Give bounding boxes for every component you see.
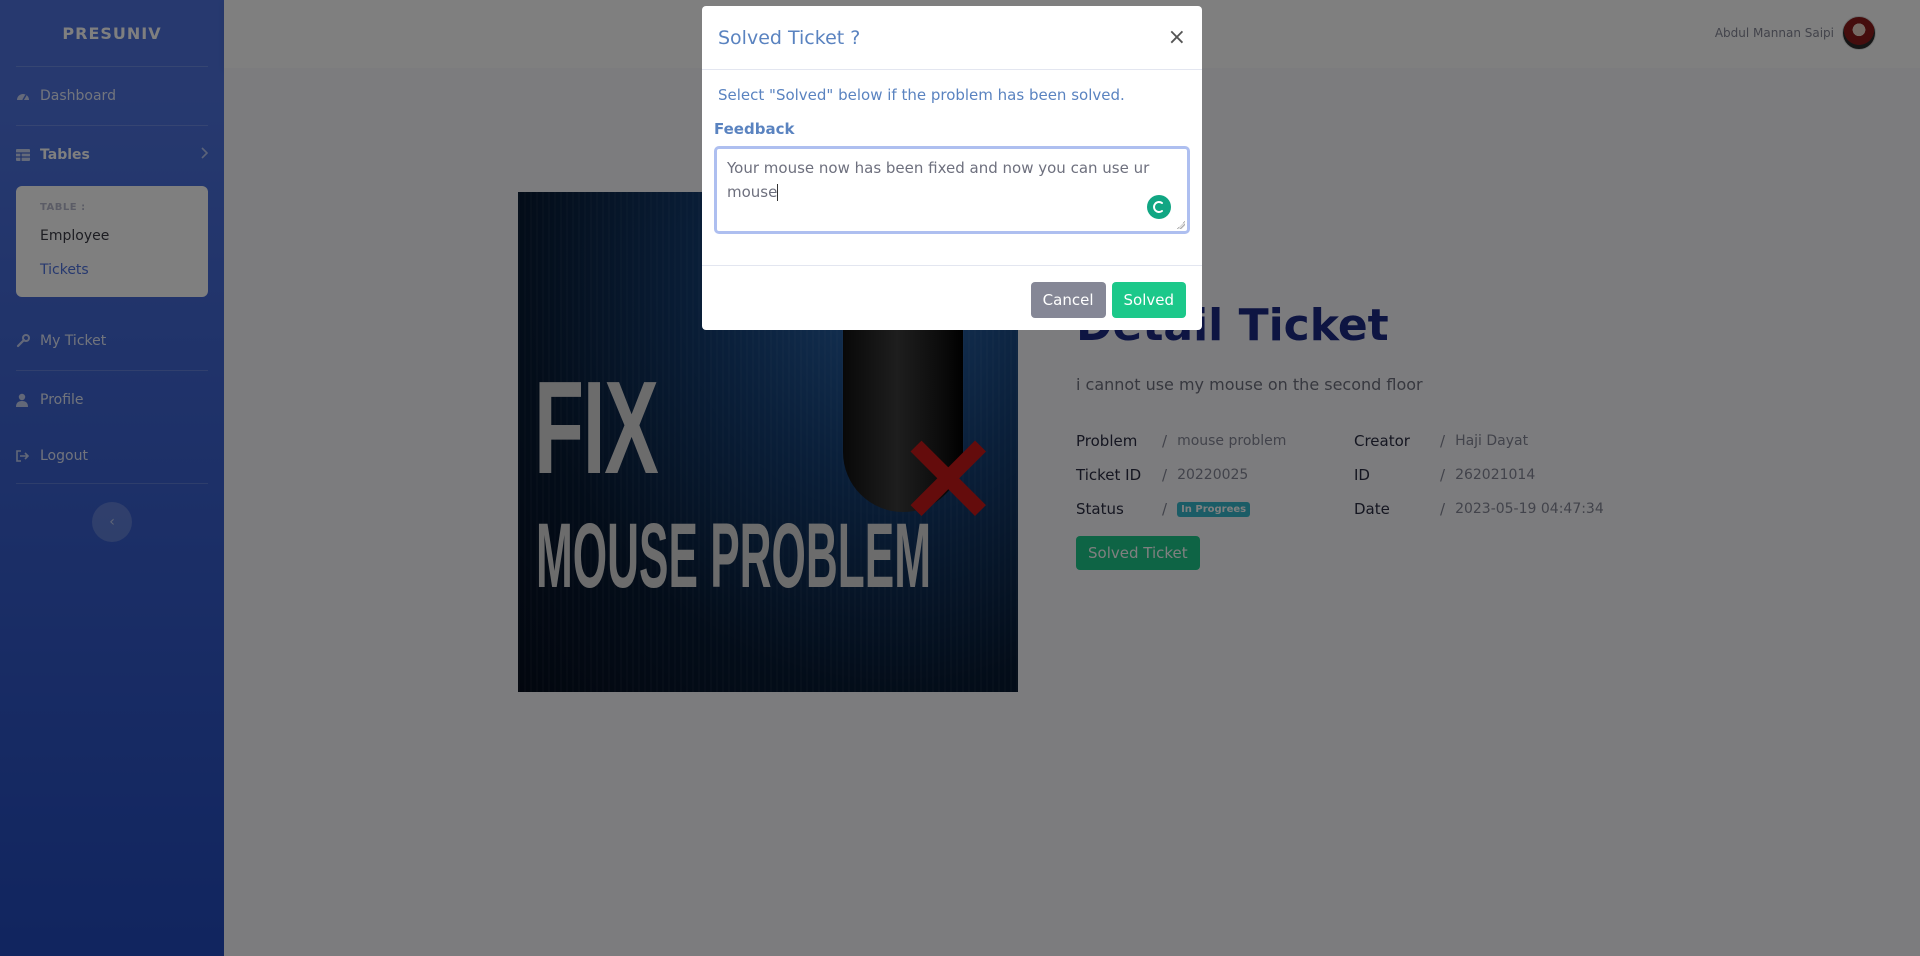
- modal-header: Solved Ticket ? ×: [702, 6, 1202, 70]
- feedback-textarea[interactable]: Your mouse now has been fixed and now yo…: [714, 146, 1190, 234]
- modal-footer: Cancel Solved: [702, 266, 1202, 334]
- resize-handle-icon[interactable]: [1177, 221, 1185, 229]
- text-caret: [777, 184, 779, 201]
- solved-ticket-modal: Solved Ticket ? × Select "Solved" below …: [702, 6, 1202, 330]
- feedback-text: Your mouse now has been fixed and now yo…: [727, 159, 1150, 201]
- solved-button[interactable]: Solved: [1111, 282, 1186, 318]
- feedback-label: Feedback: [714, 120, 795, 138]
- modal-message: Select "Solved" below if the problem has…: [718, 86, 1125, 104]
- close-icon[interactable]: ×: [1168, 25, 1186, 50]
- modal-body: Select "Solved" below if the problem has…: [702, 70, 1202, 266]
- grammar-assistant-icon[interactable]: [1147, 195, 1171, 219]
- modal-title: Solved Ticket ?: [718, 26, 861, 49]
- cancel-button[interactable]: Cancel: [1030, 282, 1106, 318]
